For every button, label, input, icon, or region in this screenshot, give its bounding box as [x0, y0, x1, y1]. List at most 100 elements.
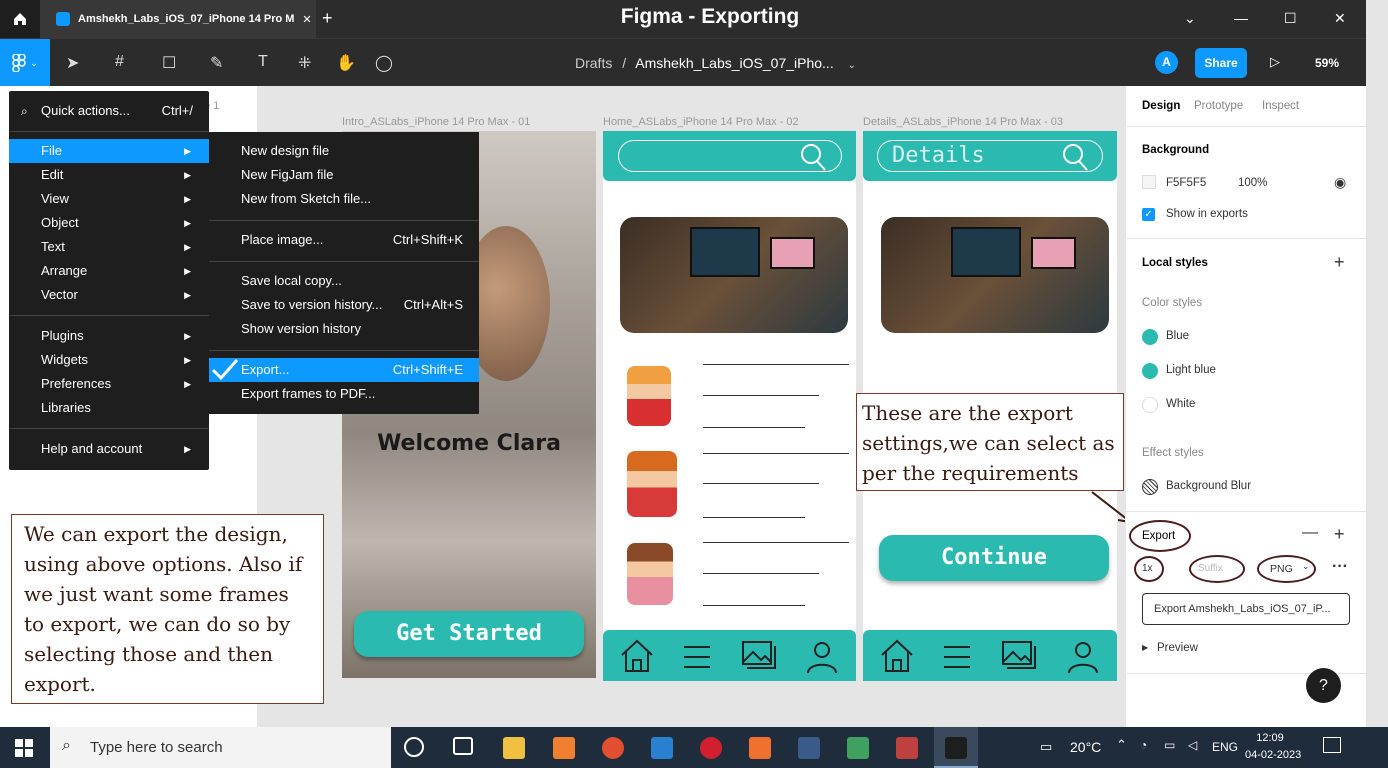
chevron-down-icon[interactable]: ⌄	[848, 60, 856, 71]
collapse-icon[interactable]: ⌄	[1184, 10, 1196, 27]
move-tool-icon[interactable]: ➤	[66, 53, 79, 73]
app-icon[interactable]	[798, 737, 820, 759]
add-export-icon[interactable]: +	[1334, 524, 1345, 545]
shape-tool-icon[interactable]: ☐	[162, 53, 176, 73]
file-explorer-icon[interactable]	[503, 737, 525, 759]
figma-taskbar-button[interactable]	[934, 727, 978, 768]
export-button[interactable]: Export Amshekh_Labs_iOS_07_iP...	[1142, 593, 1350, 625]
more-options-icon[interactable]: ···	[1332, 558, 1348, 576]
menu-item-libraries[interactable]: Libraries	[9, 396, 209, 420]
effect-style-label[interactable]: Background Blur	[1166, 480, 1251, 492]
new-from-sketch-item[interactable]: New from Sketch file...	[209, 187, 479, 211]
language-indicator[interactable]: ENG	[1212, 740, 1238, 754]
hand-tool-icon[interactable]: ✋	[336, 53, 356, 73]
volume-icon[interactable]: ◁	[1188, 738, 1197, 752]
eye-icon[interactable]: ◉	[1334, 174, 1346, 191]
chevron-down-icon[interactable]: ⌄	[1302, 561, 1310, 572]
weather-icon[interactable]: ▭	[1040, 739, 1052, 755]
export-format-select[interactable]: PNG	[1270, 563, 1293, 575]
notification-icon[interactable]	[1323, 737, 1341, 753]
background-opacity[interactable]: 100%	[1238, 177, 1267, 189]
search-icon[interactable]	[1061, 142, 1089, 172]
avatar[interactable]: A	[1155, 51, 1178, 74]
quick-actions-item[interactable]: ⌕ Quick actions... Ctrl+/	[9, 99, 209, 123]
save-local-copy-item[interactable]: Save local copy...	[209, 269, 479, 293]
clock-date[interactable]: 04-02-2023	[1245, 749, 1305, 761]
place-image-item[interactable]: Place image... Ctrl+Shift+K	[209, 228, 479, 252]
menu-item-file[interactable]: File ▶	[9, 139, 209, 163]
file-tab[interactable]: Amshekh_Labs_iOS_07_iPhone 14 Pro M ✕	[40, 0, 316, 38]
color-style-label[interactable]: Blue	[1166, 330, 1189, 342]
menu-item-widgets[interactable]: Widgets ▶	[9, 348, 209, 372]
menu-item-arrange[interactable]: Arrange ▶	[9, 259, 209, 283]
preview-toggle[interactable]: Preview	[1157, 642, 1198, 654]
profile-icon[interactable]	[1067, 640, 1099, 674]
profile-icon[interactable]	[806, 640, 838, 674]
search-icon[interactable]	[799, 142, 827, 172]
tab-design[interactable]: Design	[1142, 100, 1180, 112]
minimize-button[interactable]: —	[1234, 10, 1248, 26]
resources-icon[interactable]: ⁜	[298, 53, 311, 73]
zoom-level[interactable]: 59%	[1315, 56, 1339, 70]
home-icon[interactable]	[879, 638, 915, 674]
gallery-icon[interactable]	[1001, 640, 1037, 672]
menu-item-text[interactable]: Text ▶	[9, 235, 209, 259]
network-icon[interactable]: ◔	[1140, 738, 1147, 752]
add-style-icon[interactable]: +	[1334, 252, 1345, 273]
task-view-icon[interactable]	[453, 737, 473, 755]
new-figjam-file-item[interactable]: New FigJam file	[209, 163, 479, 187]
tab-inspect[interactable]: Inspect	[1262, 100, 1299, 112]
frame-label-intro[interactable]: Intro_ASLabs_iPhone 14 Pro Max - 01	[342, 116, 530, 128]
gallery-icon[interactable]	[741, 640, 777, 672]
text-tool-icon[interactable]: T	[258, 53, 268, 71]
breadcrumb[interactable]: Drafts / Amshekh_Labs_iOS_07_iPho... ⌄	[575, 55, 856, 71]
maximize-button[interactable]: ☐	[1284, 10, 1297, 27]
main-menu-button[interactable]: ⌄	[0, 39, 50, 87]
close-window-button[interactable]: ✕	[1334, 10, 1346, 27]
opera-icon[interactable]	[700, 737, 722, 759]
clock-time[interactable]: 12:09	[1250, 732, 1290, 744]
tab-prototype[interactable]: Prototype	[1194, 100, 1243, 112]
vscode-icon[interactable]	[651, 737, 673, 759]
export-item[interactable]: Export... Ctrl+Shift+E	[209, 358, 479, 382]
menu-item-edit[interactable]: Edit ▶	[9, 163, 209, 187]
calendar-app-icon[interactable]	[896, 737, 918, 759]
help-button[interactable]: ?	[1306, 668, 1341, 703]
color-swatch-white[interactable]	[1142, 397, 1158, 413]
color-style-label[interactable]: Light blue	[1166, 364, 1216, 376]
cortana-icon[interactable]	[404, 737, 424, 757]
tray-chevron-icon[interactable]: ⌃	[1116, 737, 1127, 753]
sublime-icon[interactable]	[553, 737, 575, 759]
menu-icon[interactable]	[943, 644, 971, 670]
export-pdf-item[interactable]: Export frames to PDF...	[209, 382, 479, 406]
caret-right-icon[interactable]: ▶	[1142, 643, 1148, 652]
export-scale[interactable]: 1x	[1142, 563, 1153, 574]
taskbar-search[interactable]: ⌕ Type here to search	[50, 727, 391, 768]
comment-tool-icon[interactable]: ◯	[375, 53, 393, 73]
menu-item-help[interactable]: Help and account ▶	[9, 437, 209, 461]
color-swatch-light-blue[interactable]	[1142, 363, 1158, 379]
firefox-icon[interactable]	[602, 737, 624, 759]
present-icon[interactable]: ▷	[1270, 54, 1280, 70]
frame-label-details[interactable]: Details_ASLabs_iPhone 14 Pro Max - 03	[863, 116, 1063, 128]
menu-item-object[interactable]: Object ▶	[9, 211, 209, 235]
remove-export-icon[interactable]: —	[1302, 524, 1318, 542]
color-style-label[interactable]: White	[1166, 398, 1195, 410]
color-swatch-blue[interactable]	[1142, 329, 1158, 345]
home-icon[interactable]	[0, 0, 40, 38]
menu-item-vector[interactable]: Vector ▶	[9, 283, 209, 307]
share-button[interactable]: Share	[1195, 48, 1247, 78]
app-icon[interactable]	[847, 737, 869, 759]
new-design-file-item[interactable]: New design file	[209, 139, 479, 163]
menu-item-view[interactable]: View ▶	[9, 187, 209, 211]
get-started-button[interactable]: Get Started	[354, 611, 584, 657]
windows-start-icon[interactable]	[15, 739, 33, 757]
close-tab-icon[interactable]: ✕	[302, 13, 311, 26]
new-tab-button[interactable]: +	[322, 8, 333, 29]
save-version-history-item[interactable]: Save to version history... Ctrl+Alt+S	[209, 293, 479, 317]
continue-button[interactable]: Continue	[879, 535, 1109, 581]
temperature[interactable]: 20°C	[1070, 739, 1101, 755]
breadcrumb-drafts[interactable]: Drafts	[575, 55, 612, 71]
file-name[interactable]: Amshekh_Labs_iOS_07_iPho...	[635, 55, 833, 71]
show-version-history-item[interactable]: Show version history	[209, 317, 479, 341]
